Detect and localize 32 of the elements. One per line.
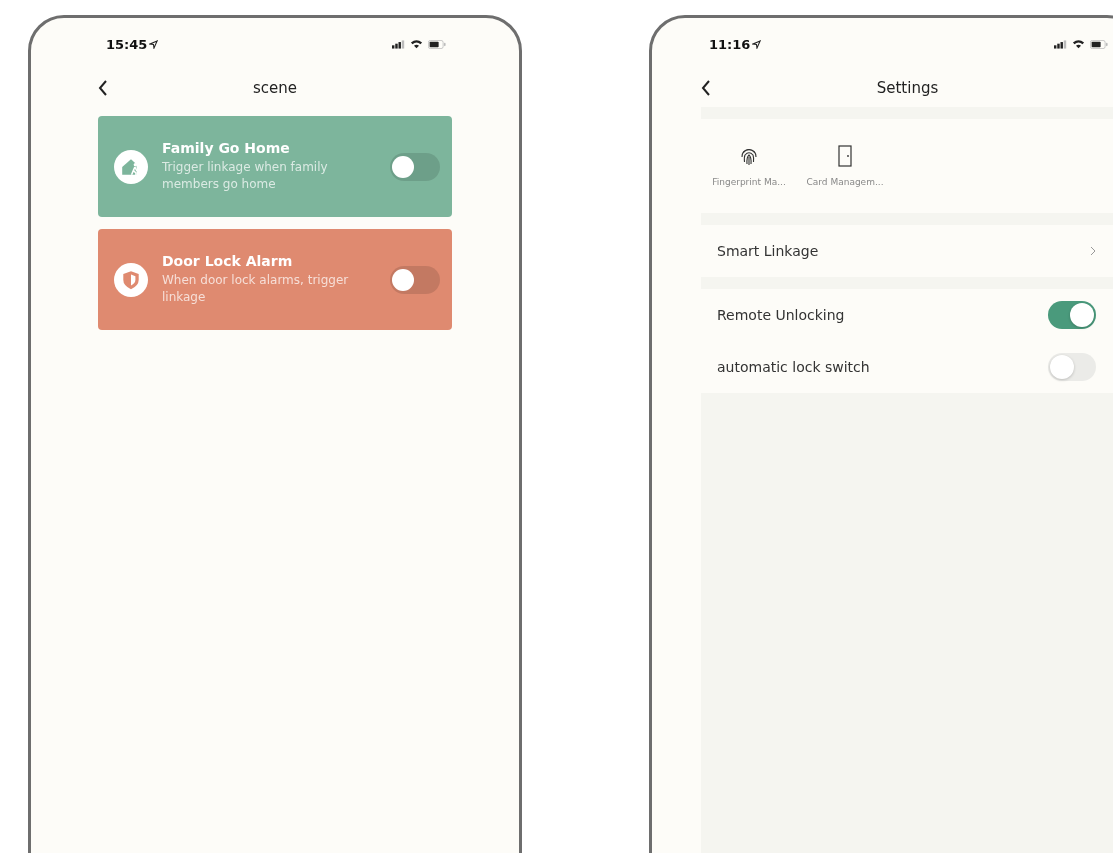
settings-link-row[interactable]: Smart Linkage [701, 225, 1113, 277]
door-icon [835, 145, 855, 167]
toggle-switch[interactable] [1048, 301, 1096, 329]
wifi-icon [1072, 39, 1085, 49]
wifi-icon [410, 39, 423, 49]
location-arrow-icon [752, 39, 762, 49]
back-icon[interactable] [701, 80, 711, 96]
shortcut-item[interactable]: Card Managem... [797, 145, 893, 187]
battery-icon [1090, 39, 1108, 49]
chevron-right-icon [1090, 246, 1096, 256]
screen-title: Settings [876, 79, 939, 97]
setting-label: Remote Unlocking [717, 307, 845, 323]
scene-card[interactable]: Door Lock Alarm When door lock alarms, trigger linkage [98, 229, 452, 330]
scene-toggle[interactable] [390, 265, 440, 294]
scene-description: When door lock alarms, trigger linkage [162, 272, 350, 306]
signal-icon [392, 39, 405, 49]
scene-toggle[interactable] [390, 152, 440, 181]
status-time: 15:45 [106, 36, 148, 52]
setting-label: automatic lock switch [717, 359, 870, 375]
location-arrow-icon [149, 39, 159, 49]
scene-title: Door Lock Alarm [162, 253, 294, 269]
shield-icon [120, 268, 142, 291]
toggle-switch[interactable] [1048, 353, 1096, 381]
shortcut-item[interactable]: Fingerprint Ma... [701, 145, 797, 187]
screen-title: scene [253, 79, 297, 97]
scene-card[interactable]: Family Go Home Trigger linkage when family members go home [98, 116, 452, 217]
scene-title: Family Go Home [162, 140, 291, 156]
status-time: 11:16 [709, 36, 751, 52]
signal-icon [1054, 39, 1067, 49]
scene-description: Trigger linkage when family members go home [162, 159, 329, 193]
back-icon[interactable] [98, 80, 108, 96]
battery-icon [428, 39, 446, 49]
